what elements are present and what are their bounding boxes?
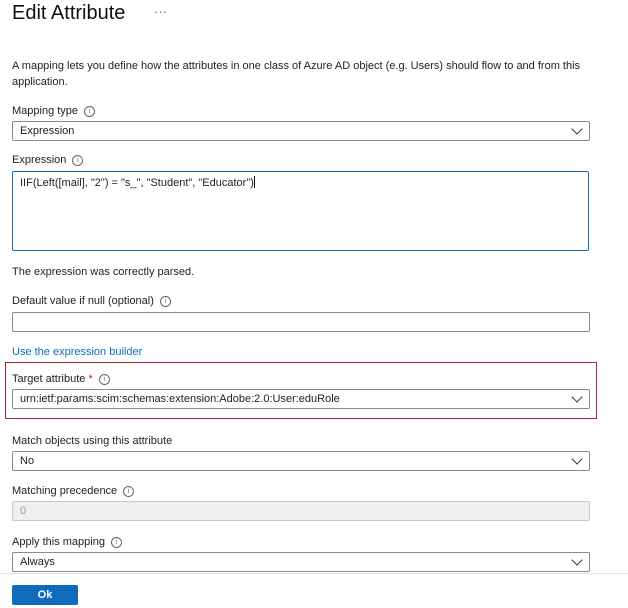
default-value-input[interactable] [12,312,590,332]
info-icon[interactable]: i [98,374,110,385]
info-icon[interactable]: i [110,537,122,548]
info-icon[interactable]: i [123,486,135,497]
expression-textarea[interactable]: IIF(Left([mail], "2") = "s_", "Student",… [12,171,589,251]
mapping-type-select[interactable]: Expression [12,121,590,141]
info-icon[interactable]: i [84,106,96,117]
selected-value: No [20,455,35,467]
expression-builder-link[interactable]: Use the expression builder [12,346,142,358]
parse-status: The expression was correctly parsed. [12,266,195,278]
matching-precedence-label: Matching precedence i [12,485,135,497]
info-icon[interactable]: i [159,296,171,307]
expression-label: Expression i [12,154,84,166]
selected-value: urn:ietf:params:scim:schemas:extension:A… [20,393,340,405]
chevron-down-icon [571,123,583,135]
apply-mapping-label: Apply this mapping i [12,536,122,548]
label-text: Default value if null (optional) [12,295,154,307]
label-text: Matching precedence [12,485,118,497]
label-text: Target attribute [12,373,86,385]
description: A mapping lets you define how the attrib… [12,60,581,88]
more-options-button[interactable]: ··· [154,4,167,19]
text-caret [253,176,255,188]
matching-precedence-input: 0 [12,501,590,521]
match-objects-label: Match objects using this attribute [12,435,173,447]
target-attribute-select[interactable]: urn:ietf:params:scim:schemas:extension:A… [12,389,590,409]
mapping-type-label: Mapping type i [12,105,96,117]
selected-value: Always [20,556,55,568]
footer-divider [0,573,628,574]
label-text: Expression [12,154,67,166]
target-attribute-label: Target attribute * i [12,373,110,385]
label-text: Apply this mapping [12,536,105,548]
ok-button[interactable]: Ok [12,585,78,605]
apply-mapping-select[interactable]: Always [12,552,590,572]
input-value: 0 [20,505,27,517]
match-objects-select[interactable]: No [12,451,590,471]
chevron-down-icon [571,554,583,566]
required-mark: * [88,373,93,385]
default-value-label: Default value if null (optional) i [12,295,171,307]
selected-value: Expression [20,125,75,137]
page-title: Edit Attribute [12,2,126,24]
chevron-down-icon [571,453,583,465]
expression-text: IIF(Left([mail], "2") = "s_", "Student",… [20,177,254,189]
info-icon[interactable]: i [72,155,84,166]
label-text: Mapping type [12,105,79,117]
chevron-down-icon [571,391,583,403]
